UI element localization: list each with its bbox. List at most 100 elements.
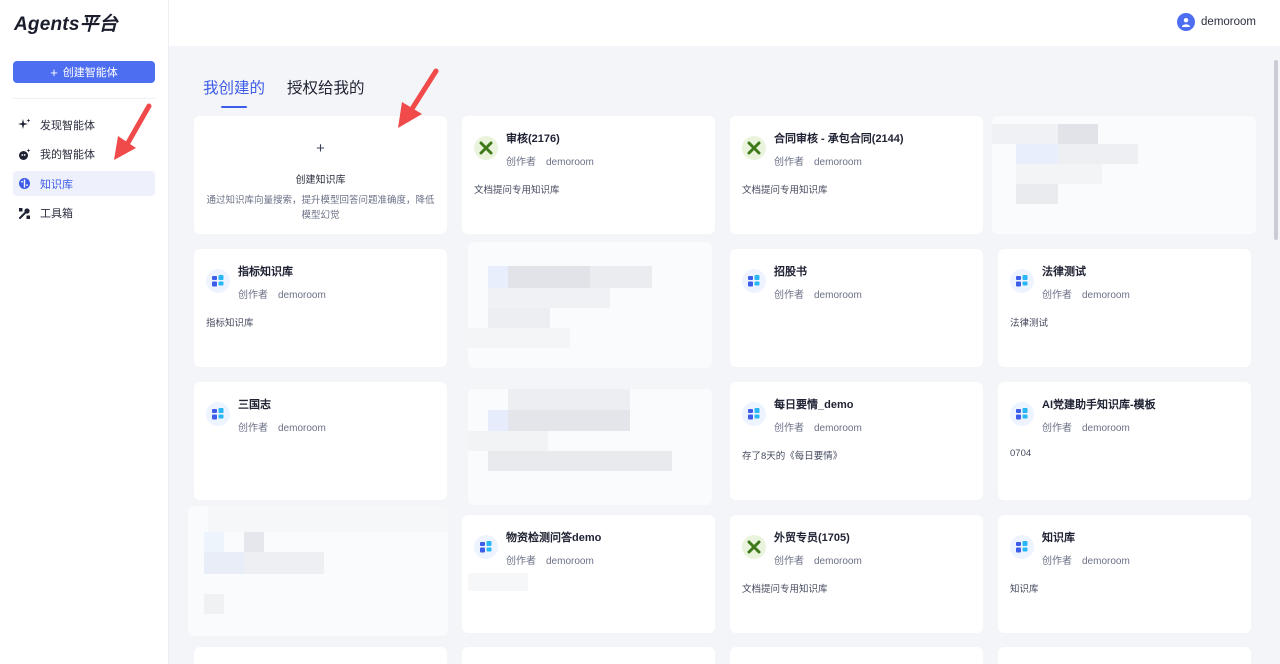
author-name: demoroom [278,423,326,434]
tab-created-by-me[interactable]: 我创建的 [203,76,265,108]
knowledge-card[interactable]: 知识库 创作者 demoroom 知识库 [998,515,1251,633]
grid-icon [1010,402,1034,426]
card-title: 三国志 [238,399,271,411]
knowledge-card[interactable]: 合同审核 - 承包合同(2144) 创作者 demoroom 文档提问专用知识库 [730,116,983,234]
tab-shared-with-me[interactable]: 授权给我的 [287,76,365,108]
sidebar-item-label: 我的智能体 [40,149,95,161]
plus-icon: + [50,64,58,80]
knowledge-card[interactable]: 物资检测问答demo 创作者 demoroom [462,515,715,633]
card-title: 物资检测问答demo [506,532,602,544]
blurred-card [188,506,448,636]
knowledge-card[interactable]: 招股书 创作者 demoroom [730,249,983,367]
card-meta: 创作者 demoroom [774,419,862,434]
author-label: 创作者 [774,423,804,434]
pixelated-block [1058,144,1138,164]
scrollbar-thumb[interactable] [1274,60,1278,240]
pixelated-block [204,532,224,552]
author-name: demoroom [546,556,594,567]
author-name: demoroom [1082,290,1130,301]
pixelated-block [244,552,324,574]
pixelated-block [590,266,652,288]
card-title: 审核(2176) [506,133,560,145]
user-avatar-icon [1177,13,1196,31]
card-title: 招股书 [774,266,807,278]
card-peek [462,647,715,664]
knowledge-card[interactable]: AI党建助手知识库-模板 创作者 demoroom 0704 [998,382,1251,500]
knowledge-icon [18,177,31,190]
top-header: demoroom [169,0,1280,46]
author-label: 创作者 [506,157,536,168]
create-knowledge-title: 创建知识库 [295,175,346,186]
sidebar-item-knowledge[interactable]: 知识库 [13,171,155,196]
author-label: 创作者 [506,556,536,567]
sidebar-item-label: 工具箱 [40,208,73,220]
tools-icon [18,207,31,220]
pixelated-block [468,328,570,348]
card-title: 知识库 [1042,532,1075,544]
pixelated-block [208,506,448,532]
knowledge-card[interactable]: 外贸专员(1705) 创作者 demoroom 文档提问专用知识库 [730,515,983,633]
app-logo: Agents平台 [14,14,118,35]
card-title: 法律测试 [1042,266,1086,278]
card-meta: 创作者 demoroom [506,153,594,168]
card-peek [194,647,447,664]
author-name: demoroom [1082,556,1130,567]
agent-icon [18,148,31,161]
card-description: 知识库 [1010,584,1039,595]
knowledge-card[interactable]: 三国志 创作者 demoroom [194,382,447,500]
pixelated-block [508,266,590,288]
card-title: 每日要情_demo [774,399,854,411]
card-description: 存了8天的《每日要情》 [742,451,843,462]
card-meta: 创作者 demoroom [774,552,862,567]
grid-icon [742,269,766,293]
create-agent-button[interactable]: + 创建智能体 [13,61,155,83]
pixelated-block [488,410,508,431]
pixelated-block [488,266,508,288]
plus-icon: + [316,140,325,157]
knowledge-card[interactable]: 审核(2176) 创作者 demoroom 文档提问专用知识库 [462,116,715,234]
pixelated-block [468,573,528,591]
author-label: 创作者 [774,157,804,168]
pixelated-block [508,410,630,431]
user-name: demoroom [1201,16,1256,28]
create-agent-label: 创建智能体 [62,67,118,79]
card-meta: 创作者 demoroom [238,419,326,434]
grid-icon [206,402,230,426]
pixelated-block [244,532,264,552]
card-meta: 创作者 demoroom [1042,552,1130,567]
grid-icon [474,535,498,559]
pixelated-block [204,594,224,614]
pixelated-block [488,451,672,471]
knowledge-card[interactable]: 每日要情_demo 创作者 demoroom 存了8天的《每日要情》 [730,382,983,500]
sparkle-icon [18,118,31,131]
pixelated-block [488,288,610,308]
author-label: 创作者 [1042,556,1072,567]
card-title: 合同审核 - 承包合同(2144) [774,133,904,145]
author-label: 创作者 [1042,423,1072,434]
card-meta: 创作者 demoroom [506,552,594,567]
author-name: demoroom [814,290,862,301]
author-label: 创作者 [238,290,268,301]
card-description: 文档提问专用知识库 [742,584,828,595]
pixelated-block [992,124,1058,144]
author-name: demoroom [814,556,862,567]
tabs: 我创建的 授权给我的 [203,76,365,108]
pixelated-block [1016,164,1102,184]
excel-icon [474,136,498,160]
knowledge-card[interactable]: 指标知识库 创作者 demoroom 指标知识库 [194,249,447,367]
card-meta: 创作者 demoroom [238,286,326,301]
pixelated-block [1016,144,1058,164]
author-name: demoroom [814,157,862,168]
scrollbar[interactable] [1274,46,1279,664]
sidebar-item-tools[interactable]: 工具箱 [13,201,155,226]
blurred-card [992,116,1256,234]
excel-icon [742,535,766,559]
author-label: 创作者 [1042,290,1072,301]
user-menu[interactable]: demoroom [1177,13,1256,31]
card-meta: 创作者 demoroom [774,153,862,168]
knowledge-card[interactable]: 法律测试 创作者 demoroom 法律测试 [998,249,1251,367]
annotation-arrow-icon [114,103,152,160]
card-title: 指标知识库 [238,266,293,278]
card-meta: 创作者 demoroom [1042,419,1130,434]
grid-icon [206,269,230,293]
